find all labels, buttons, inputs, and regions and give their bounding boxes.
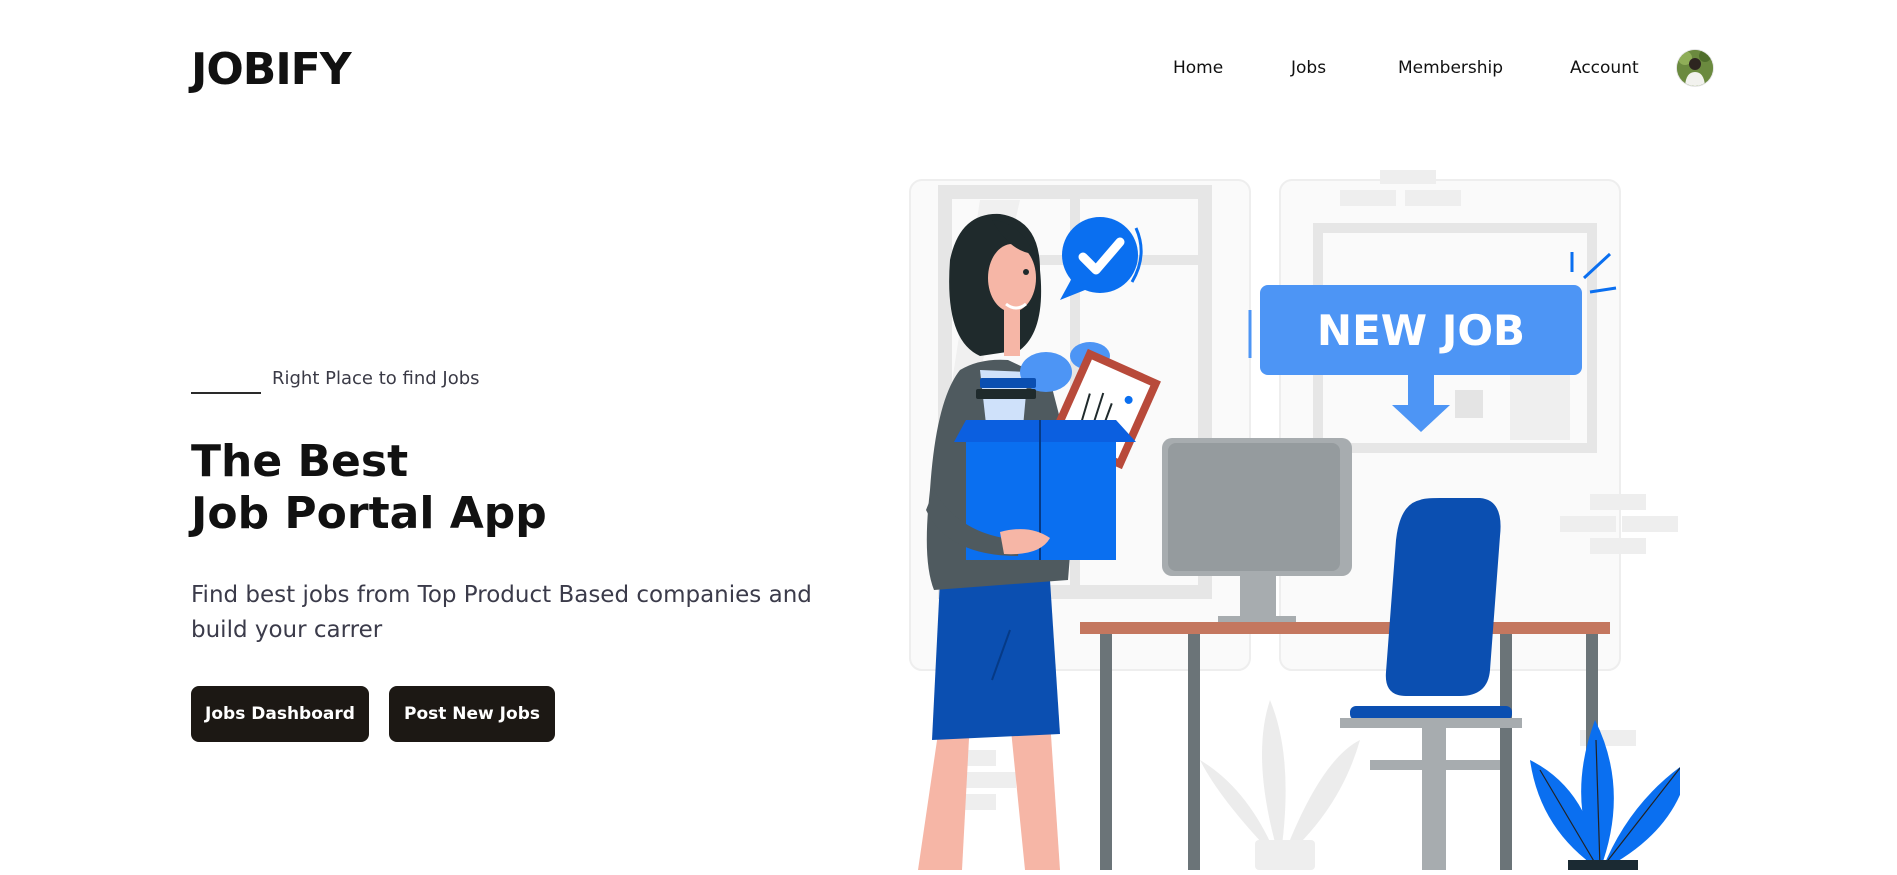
- nav-membership[interactable]: Membership: [1398, 58, 1503, 78]
- post-new-jobs-button[interactable]: Post New Jobs: [389, 686, 555, 742]
- hero-title: The Best Job Portal App: [191, 436, 547, 540]
- hero-title-line-1: The Best: [191, 436, 409, 487]
- main-nav: Home Jobs Membership Account: [0, 58, 1897, 78]
- hero-description: Find best jobs from Top Product Based co…: [191, 582, 812, 643]
- jobs-dashboard-button[interactable]: Jobs Dashboard: [191, 686, 369, 742]
- tagline-divider: [191, 392, 261, 394]
- nav-jobs[interactable]: Jobs: [1291, 58, 1326, 78]
- new-job-sign-text: NEW JOB: [1317, 306, 1525, 355]
- hero-illustration: NEW JOB: [900, 160, 1690, 875]
- new-job-illustration: NEW JOB: [909, 170, 1690, 870]
- tagline-text: Right Place to find Jobs: [272, 368, 480, 389]
- nav-account[interactable]: Account: [1570, 58, 1639, 78]
- user-avatar-icon: [1677, 50, 1713, 86]
- user-avatar[interactable]: [1677, 50, 1713, 86]
- nav-home[interactable]: Home: [1173, 58, 1223, 78]
- hero-title-line-2: Job Portal App: [191, 488, 547, 539]
